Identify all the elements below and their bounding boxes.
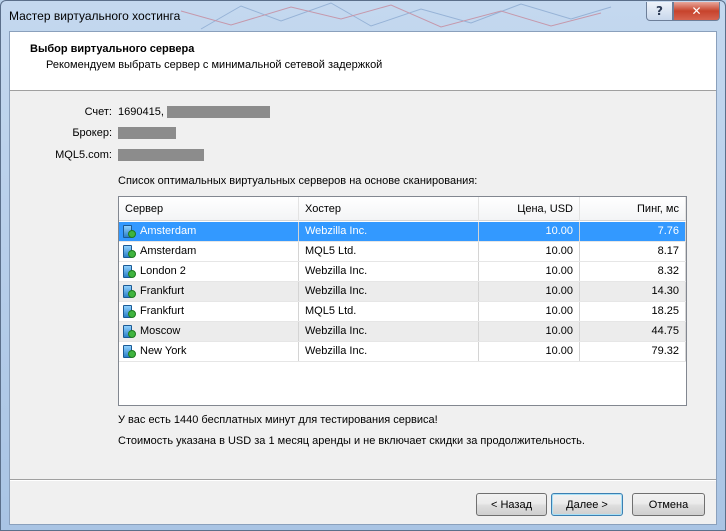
host-cell: Webzilla Inc.	[299, 322, 479, 341]
ping-cell: 8.17	[580, 242, 686, 261]
table-row[interactable]: London 2 Webzilla Inc. 10.00 8.32	[119, 262, 686, 282]
price-cell: 10.00	[479, 282, 580, 301]
host-cell: Webzilla Inc.	[299, 282, 479, 301]
cancel-button[interactable]: Отмена	[632, 493, 705, 516]
server-cell: Frankfurt	[119, 282, 299, 301]
broker-value	[118, 127, 176, 140]
host-cell: MQL5 Ltd.	[299, 242, 479, 261]
back-button[interactable]: < Назад	[476, 493, 547, 516]
price-cell: 10.00	[479, 242, 580, 261]
redacted-account-name	[166, 106, 270, 119]
table-row[interactable]: Amsterdam MQL5 Ltd. 10.00 8.17	[119, 242, 686, 262]
price-cell: 10.00	[479, 322, 580, 341]
ping-cell: 44.75	[580, 322, 686, 341]
server-ok-icon	[123, 284, 136, 299]
server-cell: Frankfurt	[119, 302, 299, 321]
server-ok-icon	[123, 224, 136, 239]
redacted-mql5-login	[118, 149, 204, 162]
window-title: Мастер виртуального хостинга	[9, 9, 181, 23]
table-row[interactable]: Moscow Webzilla Inc. 10.00 44.75	[119, 322, 686, 342]
account-value: 1690415,	[118, 106, 270, 119]
table-row[interactable]: Amsterdam Webzilla Inc. 10.00 7.76	[119, 222, 686, 242]
footer-divider	[10, 479, 716, 481]
ping-cell: 7.76	[580, 222, 686, 241]
server-ok-icon	[123, 344, 136, 359]
page-title: Выбор виртуального сервера	[30, 43, 195, 55]
server-ok-icon	[123, 304, 136, 319]
page-subtitle: Рекомендуем выбрать сервер с минимальной…	[46, 59, 383, 71]
help-button[interactable]: ?	[646, 2, 673, 21]
ping-cell: 8.32	[580, 262, 686, 281]
host-cell: Webzilla Inc.	[299, 222, 479, 241]
host-cell: Webzilla Inc.	[299, 342, 479, 361]
server-list-header: Сервер Хостер Цена, USD Пинг, мс	[119, 197, 686, 221]
server-ok-icon	[123, 324, 136, 339]
dialog-client: Выбор виртуального сервера Рекомендуем в…	[9, 31, 717, 525]
help-icon: ?	[656, 4, 663, 18]
column-ping[interactable]: Пинг, мс	[580, 197, 686, 221]
price-info-note: Стоимость указана в USD за 1 месяц аренд…	[118, 435, 585, 447]
server-cell: London 2	[119, 262, 299, 281]
host-cell: Webzilla Inc.	[299, 262, 479, 281]
close-button[interactable]: ✕	[673, 2, 720, 21]
close-icon: ✕	[691, 4, 702, 18]
server-ok-icon	[123, 244, 136, 259]
server-ok-icon	[123, 264, 136, 279]
next-button[interactable]: Далее >	[551, 493, 623, 516]
server-cell: New York	[119, 342, 299, 361]
ping-cell: 79.32	[580, 342, 686, 361]
wizard-header: Выбор виртуального сервера Рекомендуем в…	[10, 32, 716, 91]
table-row[interactable]: Frankfurt Webzilla Inc. 10.00 14.30	[119, 282, 686, 302]
price-cell: 10.00	[479, 262, 580, 281]
wizard-window: Мастер виртуального хостинга ? ✕ Выбор в…	[0, 0, 726, 531]
title-bar[interactable]: Мастер виртуального хостинга ? ✕	[1, 1, 725, 33]
server-list-rows: Amsterdam Webzilla Inc. 10.00 7.76 Amste…	[119, 222, 686, 362]
server-list[interactable]: Сервер Хостер Цена, USD Пинг, мс Amsterd…	[118, 196, 687, 406]
price-cell: 10.00	[479, 302, 580, 321]
mql5-label: MQL5.com:	[55, 149, 112, 161]
column-host[interactable]: Хостер	[299, 197, 479, 221]
redacted-broker	[118, 127, 176, 140]
column-server[interactable]: Сервер	[119, 197, 299, 221]
server-cell: Moscow	[119, 322, 299, 341]
column-price[interactable]: Цена, USD	[479, 197, 580, 221]
server-list-caption: Список оптимальных виртуальных серверов …	[118, 175, 478, 187]
mql5-value	[118, 149, 204, 162]
host-cell: MQL5 Ltd.	[299, 302, 479, 321]
free-minutes-note: У вас есть 1440 бесплатных минут для тес…	[118, 414, 438, 426]
account-label: Счет:	[84, 106, 112, 118]
price-cell: 10.00	[479, 222, 580, 241]
server-cell: Amsterdam	[119, 242, 299, 261]
table-row[interactable]: Frankfurt MQL5 Ltd. 10.00 18.25	[119, 302, 686, 322]
price-cell: 10.00	[479, 342, 580, 361]
ping-cell: 14.30	[580, 282, 686, 301]
server-cell: Amsterdam	[119, 222, 299, 241]
broker-label: Брокер:	[72, 127, 112, 139]
account-number: 1690415,	[118, 106, 164, 118]
table-row[interactable]: New York Webzilla Inc. 10.00 79.32	[119, 342, 686, 362]
ping-cell: 18.25	[580, 302, 686, 321]
